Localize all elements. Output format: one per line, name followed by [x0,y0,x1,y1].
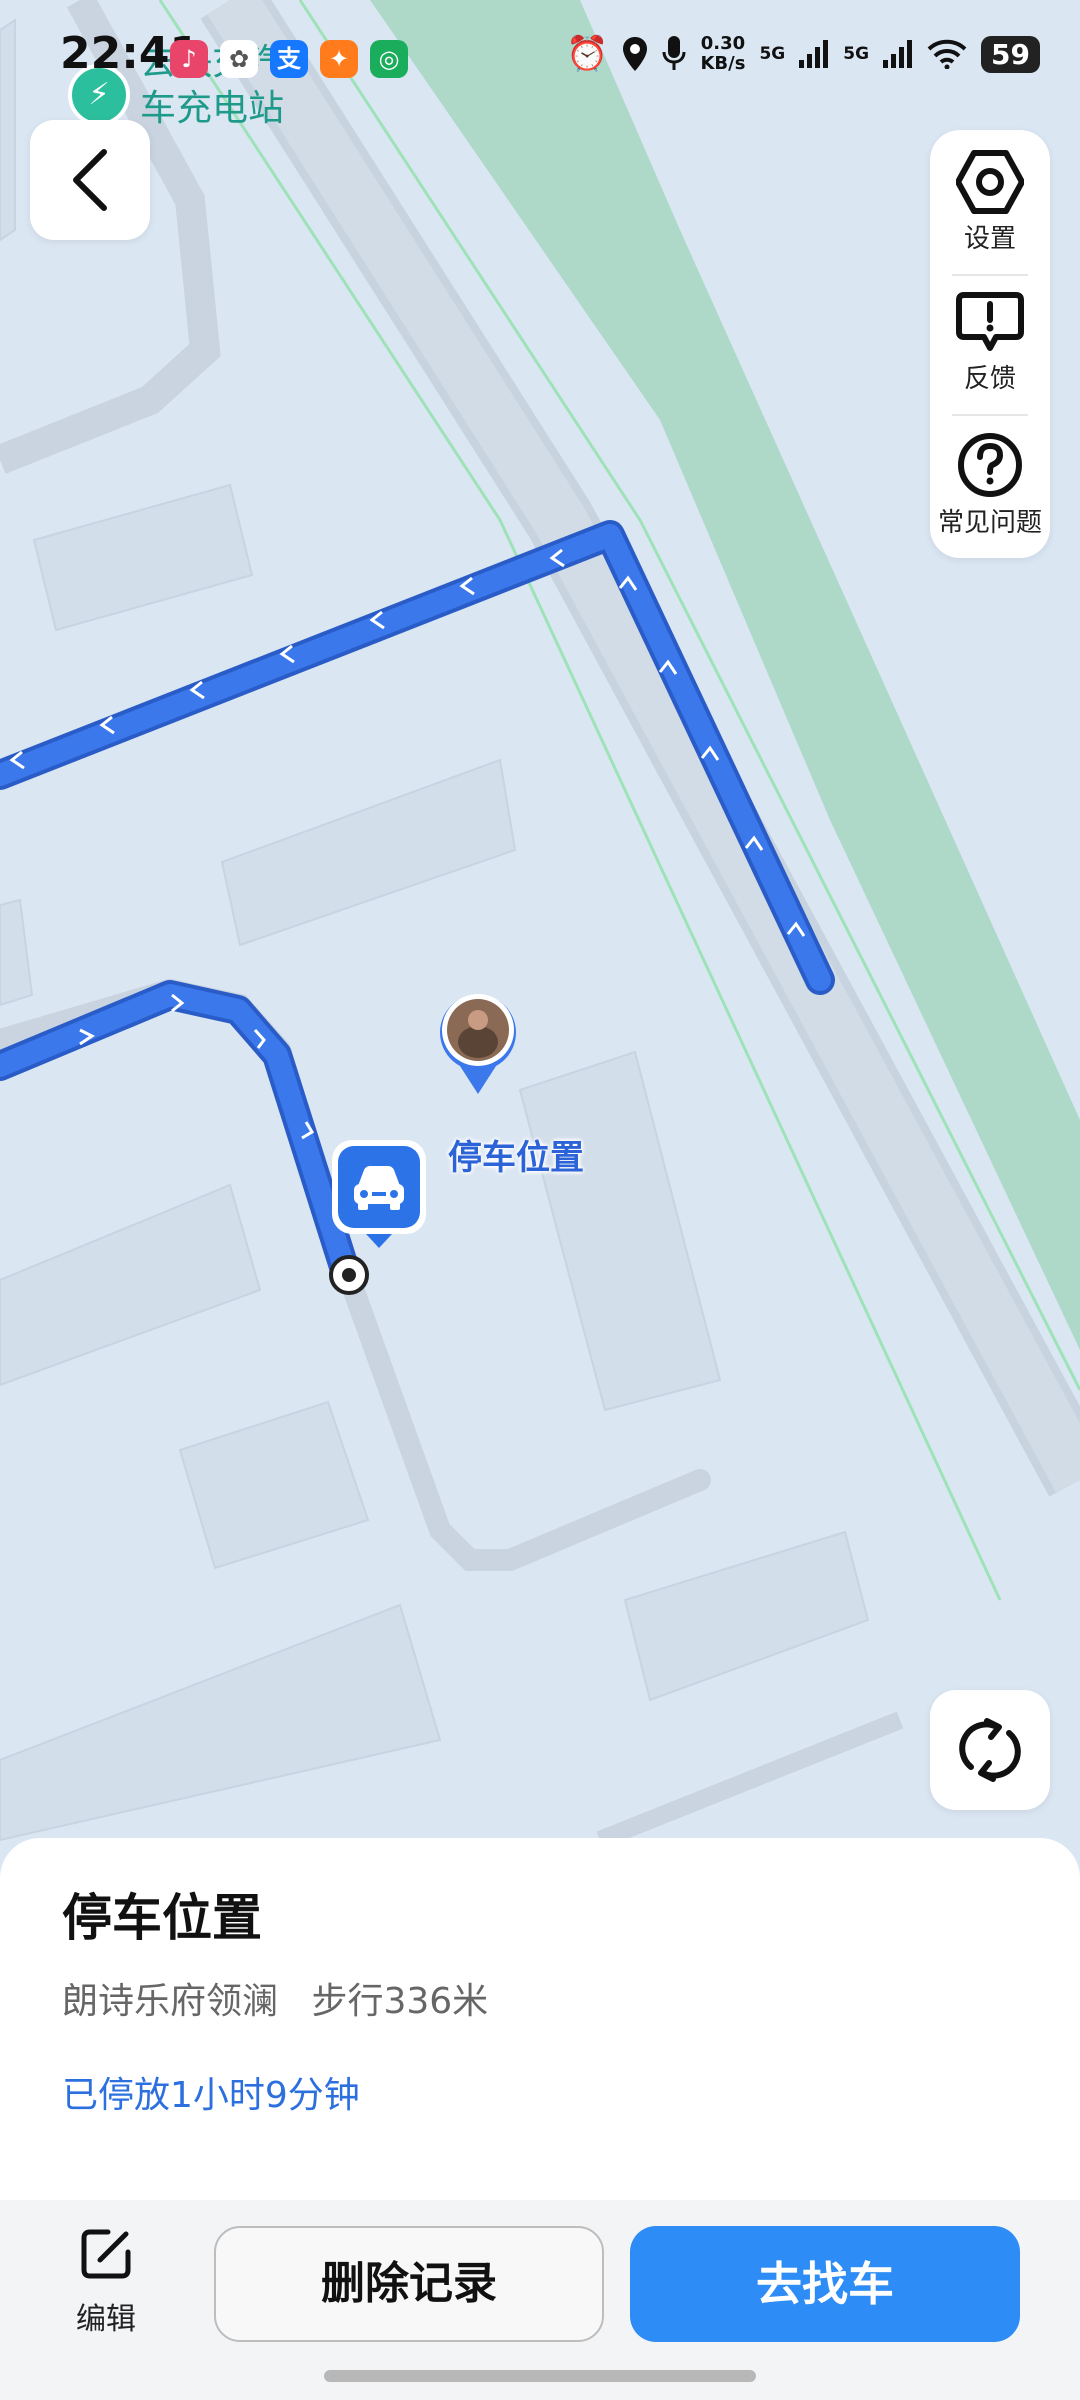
refresh-button[interactable] [930,1690,1050,1810]
feedback-button[interactable]: 反馈 [930,272,1050,412]
edit-label: 编辑 [76,2302,136,2337]
building [178,1400,370,1570]
chat-app-icon: ✿ [220,40,258,78]
taobao-app-icon: ✦ [320,40,358,78]
settings-button[interactable]: 设置 [930,130,1050,270]
edit-icon [81,2229,131,2279]
building [0,1183,262,1387]
status-app-icons: ♪ ✿ 支 ✦ ◎ [170,40,408,78]
battery-level: 59 [981,35,1040,73]
wifi-icon [927,39,967,69]
back-button[interactable] [30,120,150,240]
find-car-button[interactable]: 去找车 [630,2226,1020,2342]
parking-location-label: 停车位置 [448,1138,584,1178]
action-bar: 编辑 删除记录 去找车 [0,2200,1080,2400]
parking-marker[interactable] [332,1140,426,1250]
feedback-icon [956,292,1024,351]
parking-address: 朗诗乐府领澜 [62,1981,279,2022]
question-icon [958,433,1022,497]
parked-duration: 已停放1小时9分钟 [62,2075,360,2116]
refresh-icon [959,1718,1021,1782]
walk-distance: 步行336米 [311,1981,489,2022]
building [0,1603,442,1842]
mi-app-icon: ◎ [370,40,408,78]
network-speed: 0.30 KB/s [700,33,746,74]
status-indicators: ⏰ 0.30 KB/s 5G 5G 59 [566,34,1040,74]
delete-record-button[interactable]: 删除记录 [214,2226,604,2342]
location-icon [623,37,648,71]
sheet-title: 停车位置 [62,1889,262,1947]
signal-icon [799,40,829,68]
user-location-marker [440,994,516,1094]
microphone-icon [662,36,686,70]
settings-label: 设置 [963,224,1016,254]
alarm-icon: ⏰ [566,34,609,74]
status-bar: 22:41 ♪ ✿ 支 ✦ ◎ ⏰ 0.30 KB/s 5G 5G 59 [0,0,1080,120]
home-indicator[interactable] [324,2370,756,2382]
building [518,1050,722,1412]
map-tools-panel: 设置 反馈 常见问题 [930,130,1050,558]
building [220,758,517,947]
signal-icon [883,40,913,68]
network-type-1: 5G [759,44,786,64]
feedback-label: 反馈 [963,364,1016,394]
faq-button[interactable]: 常见问题 [930,412,1050,552]
parking-address-row: 朗诗乐府领澜 步行336米 [62,1972,510,2024]
settings-icon [956,150,1024,214]
building [623,1530,870,1702]
building [0,898,34,1007]
music-app-icon: ♪ [170,40,208,78]
faq-label: 常见问题 [937,508,1042,538]
edit-button[interactable]: 编辑 [56,2226,156,2338]
network-type-2: 5G [843,44,870,64]
chevron-left-icon [73,149,107,211]
alipay-icon: 支 [270,40,308,78]
building [32,483,254,632]
parking-info-sheet: 停车位置 朗诗乐府领澜 步行336米 已停放1小时9分钟 [0,1838,1080,2200]
